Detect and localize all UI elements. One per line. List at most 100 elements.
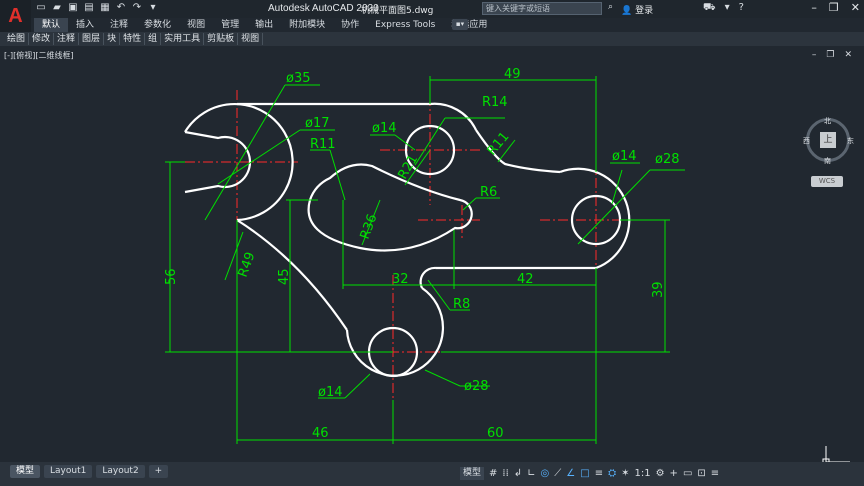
dim-46: 46 — [312, 426, 329, 441]
model-space-button[interactable]: 模型 — [460, 467, 485, 480]
viewcube[interactable]: 上 北 南 西 东 — [803, 116, 854, 165]
add-layout-button[interactable]: + — [148, 465, 169, 478]
save-icon[interactable]: ▣ — [67, 2, 79, 14]
ucs-icon — [822, 446, 850, 462]
layout-tabs: 模型 Layout1 Layout2 + — [10, 465, 169, 478]
lineweight-icon[interactable]: ≡ — [595, 468, 603, 479]
dim-49: 49 — [504, 67, 521, 82]
object-snap-tracking-icon[interactable]: ∠ — [566, 468, 575, 479]
drawing-viewport[interactable]: [-][俯视][二维线框] – ❐ ✕ ø35 ø17 R11 ø14 R14 … — [0, 48, 864, 462]
dim-r8: R8 — [453, 297, 470, 312]
polar-tracking-icon[interactable]: ◎ — [541, 468, 550, 479]
compass-east[interactable]: 东 — [847, 136, 854, 146]
panel-button[interactable]: 注释 — [54, 33, 80, 45]
redo-icon[interactable]: ↷ — [131, 2, 143, 14]
customize-icon[interactable]: ≡ — [711, 468, 719, 479]
annotation-visibility-icon[interactable]: ⛭ — [608, 468, 616, 479]
panel-button[interactable]: 特性 — [120, 33, 146, 45]
open-icon[interactable]: ▰ — [51, 2, 63, 14]
dim-r36: R36 — [358, 212, 381, 241]
application-menu-button[interactable]: A — [0, 0, 31, 32]
compass-south[interactable]: 南 — [824, 156, 831, 166]
dim-r11-right: R11 — [485, 129, 513, 158]
dim-r14: R14 — [482, 95, 508, 110]
title-right-tools: ⛟ ▾ ? — [703, 2, 744, 15]
a360-icon[interactable]: ▾ — [725, 2, 730, 15]
ribbon-tab[interactable]: 视图 — [179, 18, 213, 32]
close-icon[interactable]: ✕ — [851, 1, 860, 14]
search-icon[interactable]: ⌕ — [608, 2, 613, 12]
panel-button[interactable]: 块 — [104, 33, 121, 45]
ribbon-tab[interactable]: 管理 — [213, 18, 247, 32]
clean-screen-icon[interactable]: ⊡ — [697, 468, 705, 479]
hardware-accel-icon[interactable]: ▭ — [683, 468, 692, 479]
status-area: 模型 Layout1 Layout2 + 模型 # ⁞⁞ ↲ ∟ ◎ ⟋ ∠ □ ≡ … — [0, 462, 864, 486]
save-as-icon[interactable]: ▤ — [83, 2, 95, 14]
ortho-icon[interactable]: ∟ — [527, 468, 535, 479]
autoscale-icon[interactable]: ✶ — [621, 468, 629, 479]
panel-button[interactable]: 组 — [145, 33, 162, 45]
quick-access-toolbar: ▭ ▰ ▣ ▤ ▦ ↶ ↷ ▾ — [35, 2, 159, 14]
annotation-scale[interactable]: 1:1 — [634, 468, 650, 479]
layout-tab[interactable]: Layout1 — [44, 465, 93, 478]
ribbon-tab[interactable]: 参数化 — [136, 18, 179, 32]
ribbon-tab[interactable]: Express Tools — [367, 18, 443, 32]
ribbon-tab[interactable]: 协作 — [333, 18, 367, 32]
compass-north[interactable]: 北 — [824, 116, 831, 126]
layout-tab[interactable]: Layout2 — [96, 465, 145, 478]
ribbon-tab[interactable]: 插入 — [68, 18, 102, 32]
window-controls: – ❐ ✕ — [811, 1, 860, 14]
dim-45: 45 — [277, 268, 292, 285]
minimize-icon[interactable]: – — [811, 1, 817, 14]
panel-button[interactable]: 实用工具 — [161, 33, 205, 45]
dim-56: 56 — [164, 268, 179, 285]
dim-60: 60 — [487, 426, 504, 441]
compass-west[interactable]: 西 — [803, 136, 810, 146]
search-input[interactable]: 键入关键字或短语 — [482, 2, 602, 15]
dim-r49: R49 — [236, 250, 259, 279]
cart-icon[interactable]: ⛟ — [703, 2, 716, 15]
dim-d14-top: ø14 — [372, 121, 397, 136]
object-snap-icon[interactable]: □ — [580, 468, 589, 479]
plot-icon[interactable]: ▦ — [99, 2, 111, 14]
ribbon-toggle-icon[interactable]: ▪▾ — [452, 19, 468, 30]
new-icon[interactable]: ▭ — [35, 2, 47, 14]
dim-r11-left: R11 — [310, 137, 336, 152]
ribbon-tab[interactable]: 注释 — [102, 18, 136, 32]
panel-button[interactable]: 修改 — [29, 33, 55, 45]
restore-icon[interactable]: ❐ — [829, 1, 839, 14]
grid-icon[interactable]: # — [489, 468, 497, 479]
workspace-gear-icon[interactable]: ⚙ — [656, 468, 665, 479]
ribbon-tab[interactable]: 默认 — [34, 18, 69, 32]
isodraft-icon[interactable]: ⟋ — [554, 468, 561, 479]
ribbon-tabs: 默认 插入 注释 参数化 视图 管理 输出 附加模块 协作 Express Tools 精选应用 — [34, 18, 495, 32]
snap-icon[interactable]: ⁞⁞ — [502, 468, 508, 479]
dim-d35: ø35 — [286, 71, 311, 86]
panel-button[interactable]: 绘图 — [4, 33, 30, 45]
plus-icon[interactable]: + — [670, 468, 678, 479]
ribbon-panel-bar: 绘图 修改 注释 图层块特性组实用工具 剪贴板 视图 — [0, 32, 864, 46]
panel-button[interactable]: 视图 — [238, 33, 264, 45]
help-icon[interactable]: ? — [739, 2, 744, 15]
wcs-menu[interactable]: WCS — [811, 176, 843, 187]
center-lines — [185, 90, 658, 410]
dim-32: 32 — [392, 272, 409, 287]
login-button[interactable]: 👤 登录 — [621, 3, 653, 16]
file-name: 机械平面图5.dwg — [361, 6, 434, 16]
dim-d28-right: ø28 — [655, 152, 680, 167]
ribbon-tab[interactable]: 附加模块 — [281, 18, 333, 32]
cad-drawing: ø35 ø17 R11 ø14 R14 R11 R21 R36 R6 ø14 ø… — [164, 67, 850, 462]
ribbon-tab[interactable]: 输出 — [247, 18, 281, 32]
dim-r6: R6 — [480, 185, 497, 200]
dim-42: 42 — [517, 272, 534, 287]
dim-39: 39 — [651, 281, 666, 298]
panel-button[interactable]: 图层 — [79, 33, 105, 45]
share-icon[interactable]: ▾ — [147, 2, 159, 14]
undo-icon[interactable]: ↶ — [115, 2, 127, 14]
dim-d28-bottom: ø28 — [464, 379, 489, 394]
panel-button[interactable]: 剪贴板 — [204, 33, 239, 45]
viewcube-face-top[interactable]: 上 — [820, 132, 836, 148]
infer-constraints-icon[interactable]: ↲ — [514, 468, 522, 479]
dim-d14-right: ø14 — [612, 149, 637, 164]
layout-tab[interactable]: 模型 — [10, 465, 41, 478]
